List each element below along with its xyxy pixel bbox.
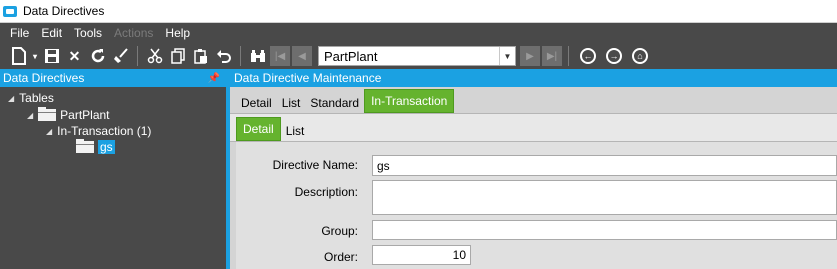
last-record-icon[interactable]: ▶| <box>542 46 562 66</box>
previous-record-icon[interactable]: ◀ <box>292 46 312 66</box>
copy-icon[interactable] <box>167 45 188 67</box>
tree-node-label-selected: gs <box>98 140 115 154</box>
group-label: Group: <box>321 224 358 238</box>
toolbar-separator <box>137 46 138 66</box>
tree-node-group[interactable]: ◢ In-Transaction (1) <box>46 123 151 139</box>
record-combo-value: PartPlant <box>324 48 378 64</box>
subtab-list[interactable]: List <box>281 121 310 141</box>
tree-node-label: Tables <box>19 91 54 105</box>
group-field[interactable] <box>372 220 837 240</box>
tab-standard[interactable]: Standard <box>305 93 364 113</box>
tree-node-label: In-Transaction (1) <box>57 124 152 138</box>
toolbar-separator <box>568 46 569 66</box>
tab-in-transaction[interactable]: In-Transaction <box>364 89 455 113</box>
tab-list[interactable]: List <box>277 93 306 113</box>
description-label: Description: <box>294 185 358 199</box>
record-combo[interactable]: PartPlant ▼ <box>318 46 516 66</box>
undo-icon[interactable] <box>213 45 234 67</box>
tree-node-tables[interactable]: ◢ Tables <box>8 90 54 106</box>
new-icon[interactable] <box>8 45 29 67</box>
search-binoculars-icon[interactable] <box>247 45 268 67</box>
back-icon[interactable]: ← <box>580 48 596 64</box>
tree-node-table[interactable]: ◢ PartPlant <box>27 107 110 123</box>
order-value: 10 <box>452 248 466 262</box>
right-panel-header: Data Directive Maintenance <box>230 69 837 87</box>
chevron-down-icon[interactable]: ▼ <box>499 47 515 65</box>
left-panel-title: Data Directives <box>3 71 85 85</box>
next-record-icon[interactable]: ▶ <box>520 46 540 66</box>
right-panel-title: Data Directive Maintenance <box>234 71 382 85</box>
home-icon[interactable]: ⌂ <box>632 48 648 64</box>
form-body: Directive Name: gs Description: Group: O… <box>236 142 837 269</box>
menu-tools[interactable]: Tools <box>72 26 104 40</box>
tree-node-label: PartPlant <box>60 108 110 122</box>
pin-icon[interactable]: 📌 <box>208 73 220 84</box>
directive-name-field[interactable]: gs <box>372 155 837 176</box>
toolbar: ▾ ✕ |◀ ◀ PartPlant ▼ ▶ ▶| ← → ⌂ <box>0 43 837 69</box>
order-label: Order: <box>323 250 358 264</box>
directive-form: Directive Name: gs Description: Group: O… <box>230 142 837 269</box>
window-title: Data Directives <box>23 4 105 18</box>
toolbar-separator <box>240 46 241 66</box>
forward-icon[interactable]: → <box>606 48 622 64</box>
title-bar: Data Directives <box>0 0 837 23</box>
delete-icon[interactable]: ✕ <box>64 45 85 67</box>
tree-panel: ◢ Tables ◢ PartPlant ◢ In-Transaction (1… <box>0 87 226 269</box>
menu-actions: Actions <box>114 26 154 40</box>
description-field[interactable] <box>372 180 837 215</box>
refresh-icon[interactable] <box>87 45 108 67</box>
save-icon[interactable] <box>41 45 62 67</box>
folder-icon <box>38 107 57 121</box>
left-panel-header: Data Directives 📌 <box>0 69 226 87</box>
menu-file[interactable]: File <box>8 26 31 40</box>
clear-icon[interactable] <box>110 45 131 67</box>
menu-bar: File Edit Tools Actions Help <box>0 23 837 43</box>
folder-icon <box>76 139 94 153</box>
paste-icon[interactable] <box>190 45 211 67</box>
directive-name-label: Directive Name: <box>272 158 358 172</box>
expand-triangle-icon[interactable]: ◢ <box>27 111 33 120</box>
new-dropdown-icon[interactable]: ▾ <box>31 45 39 67</box>
menu-edit[interactable]: Edit <box>39 26 64 40</box>
tab-detail[interactable]: Detail <box>236 93 277 113</box>
directive-name-value: gs <box>377 158 390 173</box>
sub-tabs: Detail List <box>230 114 837 142</box>
order-field[interactable]: 10 <box>372 245 471 265</box>
first-record-icon[interactable]: |◀ <box>270 46 290 66</box>
main-tabs: Detail List Standard In-Transaction <box>230 87 837 114</box>
menu-help[interactable]: Help <box>163 26 192 40</box>
expand-triangle-icon[interactable]: ◢ <box>8 94 14 103</box>
tree-node-directive[interactable]: gs <box>76 139 115 155</box>
cut-icon[interactable] <box>144 45 165 67</box>
subtab-detail[interactable]: Detail <box>236 117 281 141</box>
expand-triangle-icon[interactable]: ◢ <box>46 127 52 136</box>
app-icon <box>3 5 17 17</box>
